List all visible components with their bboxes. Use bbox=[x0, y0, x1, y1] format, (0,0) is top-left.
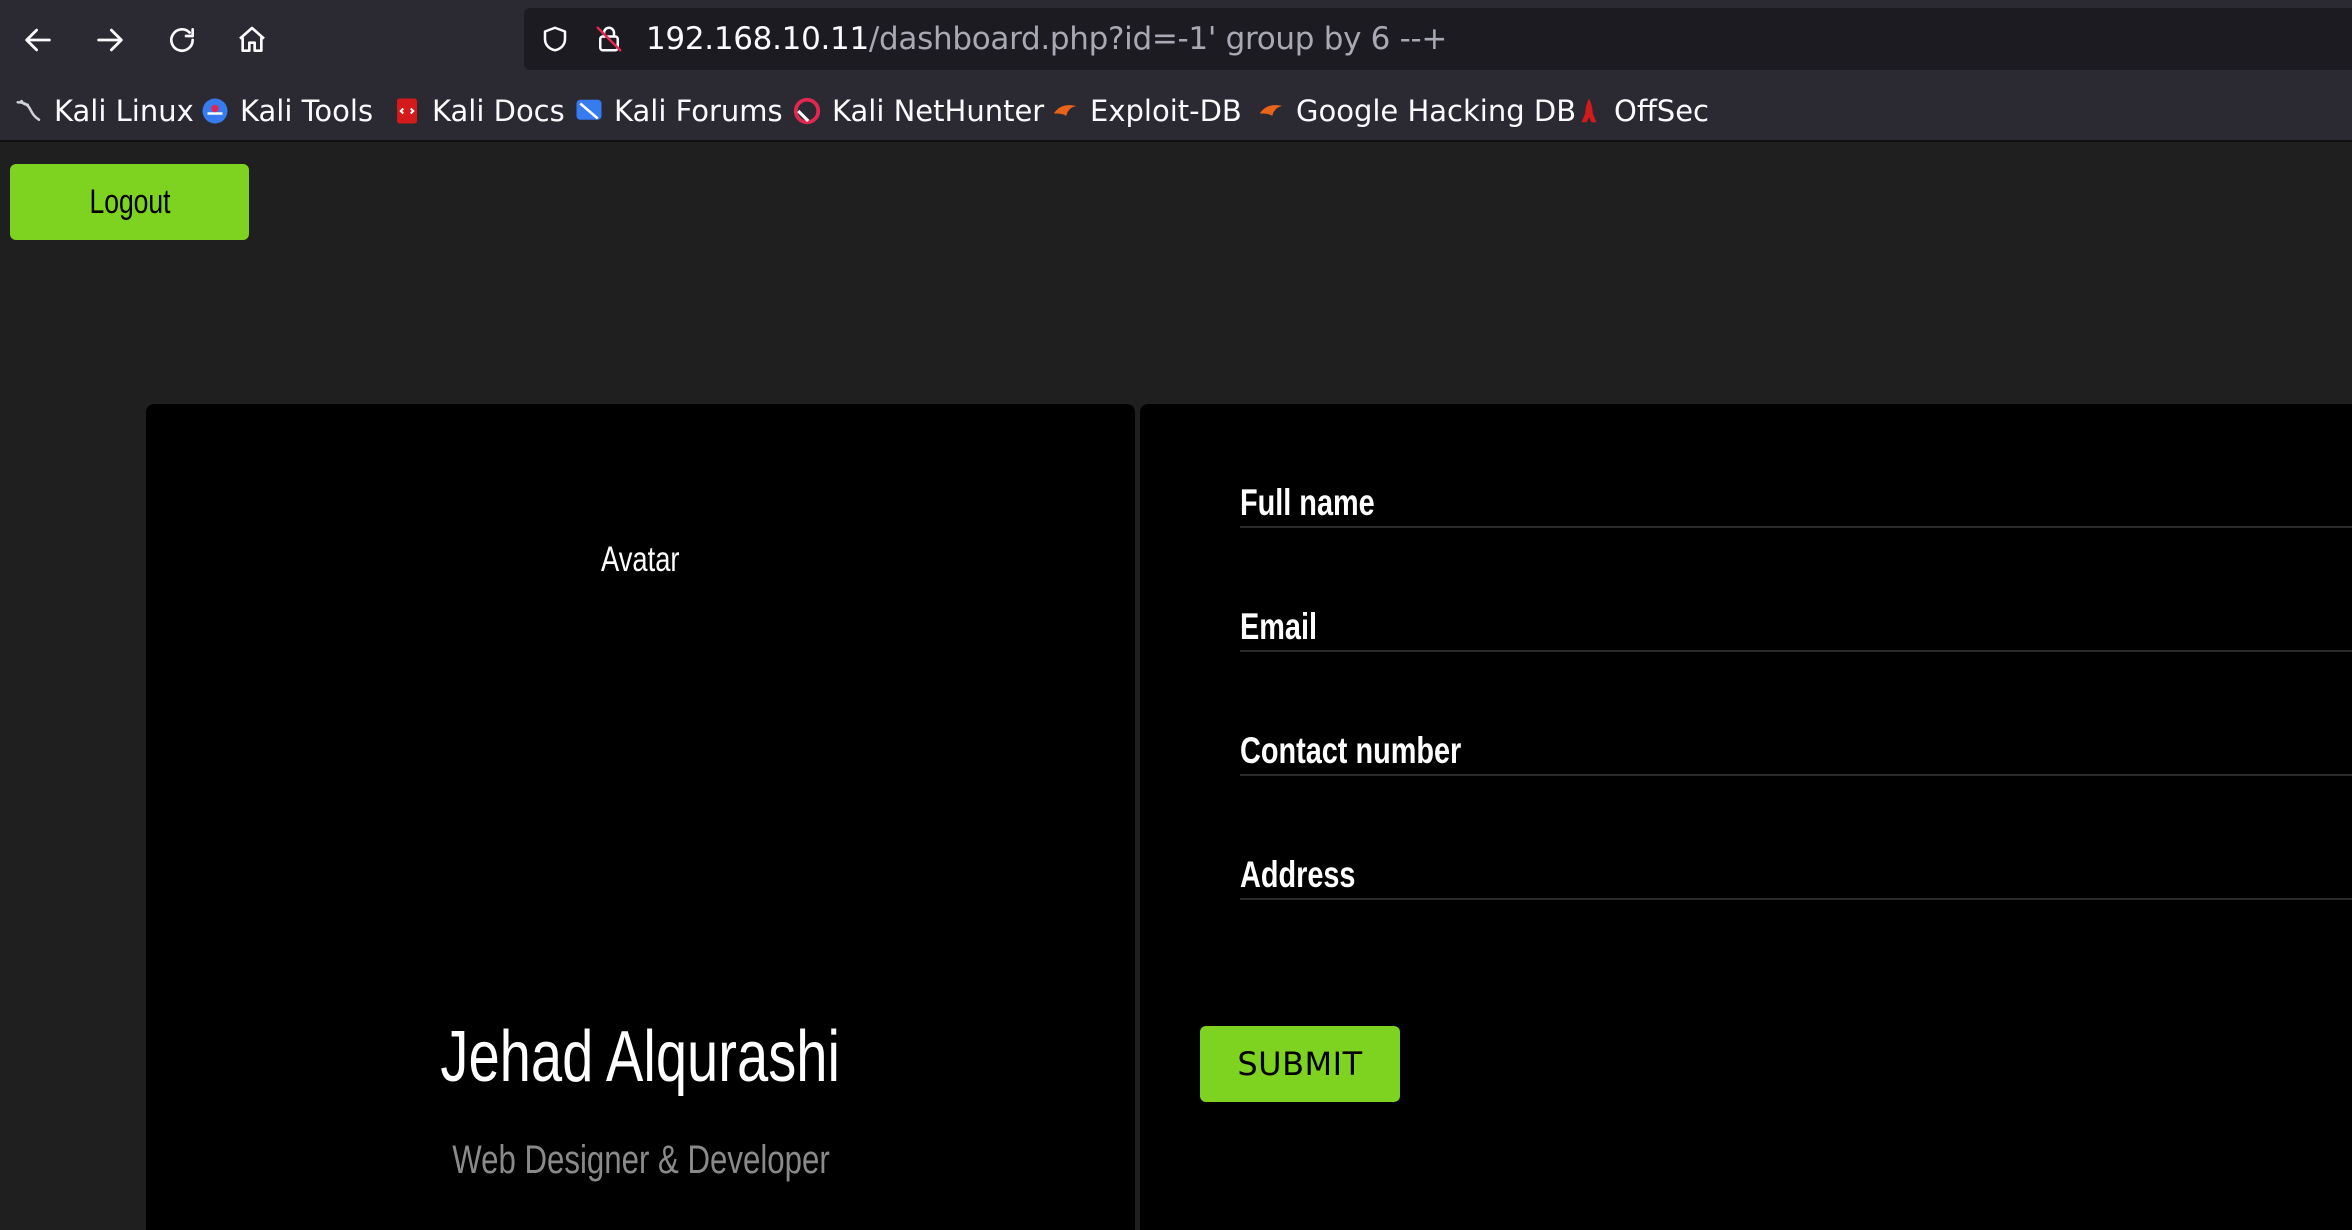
full-name-label-text: Full name bbox=[1240, 482, 1375, 523]
bookmark-label: OffSec bbox=[1614, 94, 1710, 128]
bookmark-google-hacking-db[interactable]: Google Hacking DB bbox=[1256, 88, 1576, 134]
forward-button[interactable] bbox=[88, 18, 132, 62]
address-field[interactable]: Address bbox=[1240, 776, 2352, 900]
logout-button[interactable]: Logout bbox=[10, 164, 249, 240]
bookmark-kali-tools[interactable]: Kali Tools bbox=[200, 88, 373, 134]
bookmark-kali-nethunter[interactable]: Kali NetHunter bbox=[792, 88, 1044, 134]
email-field[interactable]: Email bbox=[1240, 528, 2352, 652]
kali-forums-icon bbox=[576, 99, 602, 120]
home-button[interactable] bbox=[230, 18, 274, 62]
bookmark-label: Kali NetHunter bbox=[832, 94, 1045, 128]
home-icon bbox=[239, 26, 265, 52]
offsec-icon bbox=[1581, 98, 1597, 123]
bookmark-exploit-db[interactable]: Exploit-DB bbox=[1050, 88, 1242, 134]
bookmark-label: Google Hacking DB bbox=[1296, 94, 1577, 128]
bookmark-kali-docs[interactable]: Kali Docs bbox=[392, 88, 565, 134]
full-name-label: Full name bbox=[1240, 482, 1413, 524]
kali-dragon-icon bbox=[16, 99, 41, 121]
url-bar[interactable]: 192.168.10.11/dashboard.php?id=-1' group… bbox=[524, 8, 2352, 70]
back-button[interactable] bbox=[16, 18, 60, 62]
email-label: Email bbox=[1240, 606, 1339, 648]
logout-label: Logout bbox=[88, 182, 171, 221]
details-form: Full name Email Contact number Address S… bbox=[1140, 404, 2352, 1230]
bookmarks-bar: Kali Linux Kali Tools Kali Docs Kali For… bbox=[0, 82, 2352, 142]
avatar-alt-text: Avatar bbox=[601, 540, 680, 579]
shield-icon[interactable] bbox=[538, 22, 572, 56]
arrow-left-icon bbox=[25, 28, 51, 52]
bookmark-label: Exploit-DB bbox=[1090, 94, 1242, 128]
url-path: /dashboard.php?id=-1' group by 6 --+ bbox=[868, 21, 1448, 57]
avatar: Avatar bbox=[146, 540, 1135, 580]
kali-tools-icon bbox=[202, 98, 228, 124]
reload-button[interactable] bbox=[160, 18, 204, 62]
kali-docs-icon bbox=[397, 98, 417, 124]
bookmark-label: Kali Docs bbox=[432, 94, 565, 128]
profile-card: Avatar Jehad Alqurashi Web Designer & De… bbox=[146, 404, 1135, 1230]
contact-number-field[interactable]: Contact number bbox=[1240, 652, 2352, 776]
reload-icon bbox=[170, 28, 194, 52]
bookmark-label: Kali Linux bbox=[54, 94, 194, 128]
contact-number-label-text: Contact number bbox=[1240, 730, 1462, 771]
address-label: Address bbox=[1240, 854, 1388, 896]
bookmark-label: Kali Forums bbox=[614, 94, 783, 128]
browser-toolbar: 192.168.10.11/dashboard.php?id=-1' group… bbox=[0, 0, 2352, 82]
full-name-field[interactable]: Full name bbox=[1240, 404, 2352, 528]
contact-number-label: Contact number bbox=[1240, 730, 1524, 772]
email-label-text: Email bbox=[1240, 606, 1318, 647]
profile-role: Web Designer & Developer bbox=[451, 1138, 830, 1182]
submit-button[interactable]: SUBMIT bbox=[1200, 1026, 1400, 1102]
bookmark-kali-forums[interactable]: Kali Forums bbox=[574, 88, 783, 134]
url-text[interactable]: 192.168.10.11/dashboard.php?id=-1' group… bbox=[646, 8, 1447, 70]
bookmark-offsec[interactable]: OffSec bbox=[1574, 88, 1709, 134]
profile-role-wrap: Web Designer & Developer bbox=[146, 1138, 1135, 1183]
nethunter-icon bbox=[793, 97, 821, 125]
profile-name-wrap: Jehad Alqurashi bbox=[146, 1016, 1135, 1098]
url-host: 192.168.10.11 bbox=[646, 21, 869, 57]
profile-name: Jehad Alqurashi bbox=[440, 1017, 841, 1097]
ghdb-icon bbox=[1259, 105, 1283, 116]
submit-label: SUBMIT bbox=[1237, 1045, 1363, 1083]
arrow-right-icon bbox=[97, 28, 123, 52]
bookmark-kali-linux[interactable]: Kali Linux bbox=[14, 88, 194, 134]
bookmark-label: Kali Tools bbox=[240, 94, 374, 128]
insecure-lock-icon[interactable] bbox=[592, 22, 626, 56]
exploit-db-icon bbox=[1053, 105, 1077, 116]
address-label-text: Address bbox=[1240, 854, 1356, 895]
